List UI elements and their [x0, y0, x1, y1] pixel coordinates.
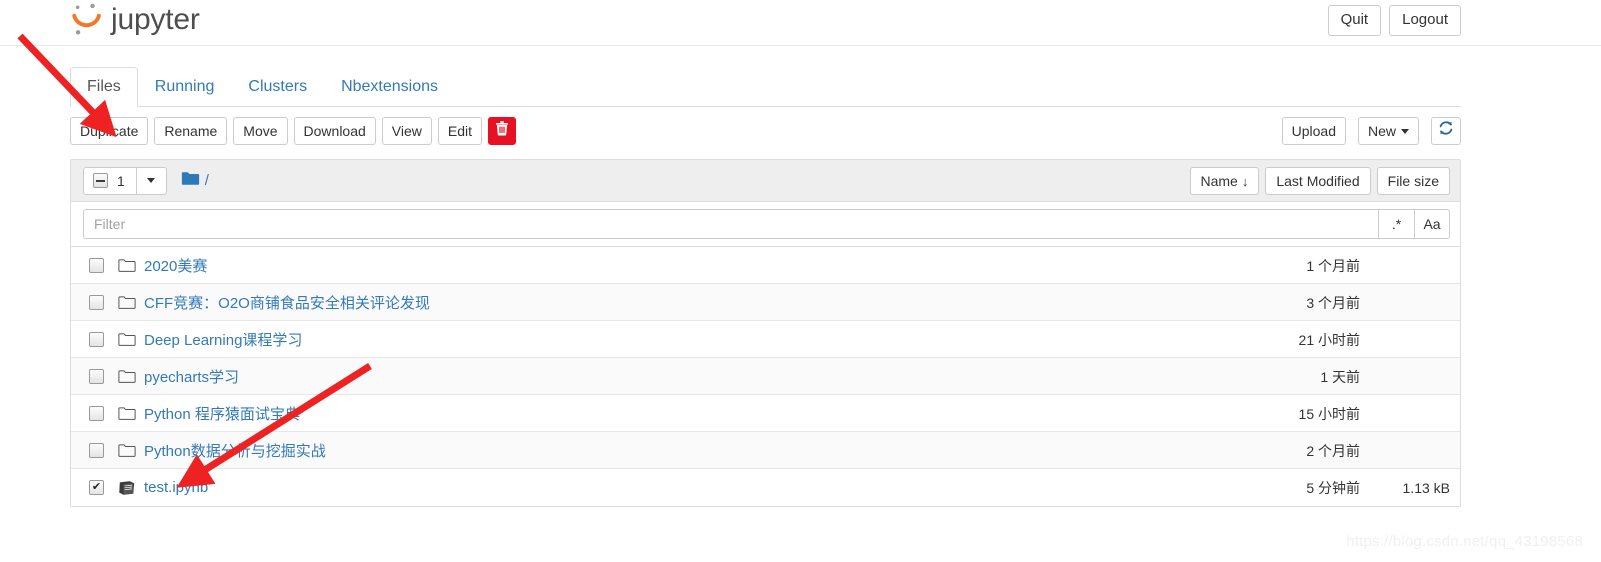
file-list-header: 1 / Name ↓ Last Modified File size [71, 160, 1460, 202]
download-button[interactable]: Download [293, 117, 376, 145]
file-row-name-link[interactable]: pyecharts学习 [144, 366, 239, 387]
header-actions: Quit Logout [1327, 5, 1461, 36]
page-header: jupyter Quit Logout [0, 0, 1601, 46]
upload-button[interactable]: Upload [1281, 117, 1346, 145]
sort-by-name-button[interactable]: Name ↓ [1189, 167, 1260, 195]
file-row-meta: 1 天前 [1230, 358, 1450, 395]
select-menu-dropdown[interactable] [136, 166, 167, 195]
sort-by-size-button[interactable]: File size [1376, 167, 1450, 195]
folder-outline-icon [118, 258, 138, 273]
file-row-modified: 1 天前 [1320, 368, 1360, 385]
tab-files[interactable]: Files [70, 67, 138, 107]
jupyter-brand[interactable]: jupyter [70, 2, 200, 38]
folder-outline-icon [118, 295, 138, 310]
filter-input[interactable] [83, 209, 1378, 239]
move-button[interactable]: Move [233, 117, 288, 145]
folder-outline-icon [118, 406, 138, 421]
jupyter-logo-icon [70, 2, 104, 38]
file-row-meta: 5 分钟前 1.13 kB [1230, 469, 1450, 506]
sort-by-modified-button[interactable]: Last Modified [1265, 167, 1371, 195]
file-row-modified: 2 个月前 [1306, 442, 1360, 459]
file-row-modified: 21 小时前 [1298, 331, 1360, 348]
file-row-modified: 5 分钟前 [1306, 479, 1360, 496]
logout-button[interactable]: Logout [1389, 5, 1461, 36]
case-sensitive-toggle-button[interactable]: Aa [1414, 209, 1450, 239]
file-row-name-link[interactable]: test.ipynb [144, 479, 208, 496]
file-row[interactable]: CFF竞赛：O2O商铺食品安全相关评论发现 3 个月前 [71, 284, 1460, 321]
file-row-checkbox[interactable] [89, 480, 104, 495]
notebook-icon [118, 480, 138, 496]
file-row[interactable]: 2020美赛 1 个月前 [71, 247, 1460, 284]
refresh-button[interactable] [1431, 117, 1461, 145]
folder-outline-icon [118, 369, 138, 384]
file-row[interactable]: pyecharts学习 1 天前 [71, 358, 1460, 395]
refresh-icon [1438, 118, 1454, 144]
new-label: New [1367, 123, 1396, 139]
duplicate-button[interactable]: Duplicate [70, 117, 149, 145]
file-create-group: Upload New [1281, 117, 1461, 145]
file-actions-group: Duplicate Rename Move Download View Edit [70, 117, 517, 145]
file-row-checkbox[interactable] [89, 405, 104, 421]
file-row-name-link[interactable]: 2020美赛 [144, 255, 207, 276]
file-row-size: 1.13 kB [1402, 479, 1450, 496]
rename-button[interactable]: Rename [154, 117, 228, 145]
chevron-down-icon [147, 178, 156, 183]
file-action-toolbar: Duplicate Rename Move Download View Edit [70, 117, 1461, 147]
tab-clusters[interactable]: Clusters [231, 67, 324, 107]
sort-arrow-down-icon: ↓ [1241, 174, 1249, 189]
file-row[interactable]: Python 程序猿面试宝典 15 小时前 [71, 395, 1460, 432]
new-dropdown-button[interactable]: New [1357, 117, 1419, 145]
file-row-checkbox[interactable] [89, 331, 104, 347]
file-row[interactable]: test.ipynb 5 分钟前 1.13 kB [71, 469, 1460, 506]
file-row-modified: 1 个月前 [1306, 257, 1360, 274]
edit-button[interactable]: Edit [437, 117, 483, 145]
file-row-modified: 15 小时前 [1298, 405, 1360, 422]
brand-title: jupyter [111, 3, 200, 36]
tab-bar: Files Running Clusters Nbextensions [70, 67, 1461, 107]
filter-row: .* Aa [71, 202, 1460, 247]
regex-toggle-button[interactable]: .* [1378, 209, 1414, 239]
file-row-name-link[interactable]: Python数据分析与挖掘实战 [144, 440, 326, 461]
view-button[interactable]: View [381, 117, 432, 145]
sort-name-label: Name [1200, 173, 1238, 189]
file-row-meta: 2 个月前 [1230, 432, 1450, 469]
file-row-meta: 3 个月前 [1230, 284, 1450, 321]
jupyter-notebook-page: jupyter Quit Logout Files Running Cluste… [0, 0, 1601, 562]
file-row-checkbox[interactable] [89, 257, 104, 273]
file-row-checkbox[interactable] [89, 442, 104, 458]
file-row-meta: 15 小时前 [1230, 395, 1450, 432]
file-row-name-link[interactable]: Deep Learning课程学习 [144, 329, 302, 350]
select-all-button[interactable]: 1 [83, 166, 137, 195]
file-row-name-link[interactable]: Python 程序猿面试宝典 [144, 403, 300, 424]
tab-nbextensions[interactable]: Nbextensions [324, 67, 455, 107]
breadcrumb-root-link[interactable]: / [205, 172, 209, 189]
file-row[interactable]: Python数据分析与挖掘实战 2 个月前 [71, 432, 1460, 469]
trash-icon [495, 118, 509, 144]
quit-button[interactable]: Quit [1327, 5, 1382, 36]
tab-running[interactable]: Running [138, 67, 232, 107]
select-all-checkbox[interactable] [93, 173, 108, 188]
tab-bar-wrapper: Files Running Clusters Nbextensions [70, 67, 1461, 107]
file-list-panel: 1 / Name ↓ Last Modified File size Filte… [70, 159, 1461, 507]
file-row[interactable]: Deep Learning课程学习 21 小时前 [71, 321, 1460, 358]
select-all-group: 1 [83, 166, 167, 195]
folder-outline-icon [118, 332, 138, 347]
file-row-checkbox[interactable] [89, 294, 104, 310]
watermark: https://blog.csdn.net/qq_43198568 [1346, 533, 1583, 550]
breadcrumb: / [181, 171, 209, 190]
file-row-meta: 1 个月前 [1230, 247, 1450, 284]
file-row-checkbox[interactable] [89, 368, 104, 384]
folder-outline-icon [118, 443, 138, 458]
sort-controls: Name ↓ Last Modified File size [1189, 167, 1450, 195]
file-row-list: 2020美赛 1 个月前 CFF竞赛：O2O商铺食品安全相关评论发现 3 个月前 Dee… [71, 247, 1460, 506]
chevron-down-icon [1401, 129, 1409, 134]
file-row-meta: 21 小时前 [1230, 321, 1450, 358]
file-row-modified: 3 个月前 [1306, 294, 1360, 311]
file-row-name-link[interactable]: CFF竞赛：O2O商铺食品安全相关评论发现 [144, 292, 430, 313]
selected-count: 1 [117, 172, 125, 189]
folder-icon [181, 171, 200, 190]
delete-button[interactable] [488, 117, 517, 145]
